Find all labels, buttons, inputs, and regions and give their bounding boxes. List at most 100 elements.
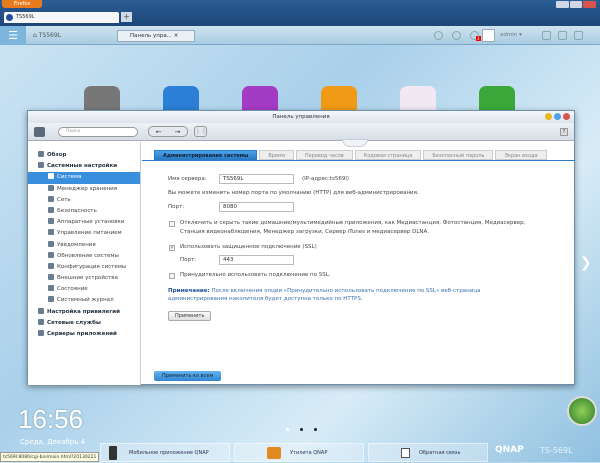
sidebar-item[interactable]: Системные настройки (28, 161, 140, 172)
disable-apps-label-2: Станция видеонаблюдения, Менеджер загруз… (180, 229, 429, 235)
tab[interactable]: Экран входа (495, 150, 547, 160)
sidebar-item[interactable]: Сеть (28, 195, 140, 206)
sidebar-item[interactable]: Уведомления (28, 240, 140, 251)
sidebar-item[interactable]: Настройка привилегий (28, 307, 140, 318)
phone-icon (109, 446, 117, 460)
firefox-menu-button[interactable]: Firefox (2, 0, 42, 8)
browser-chrome: Firefox TS569L + (0, 0, 600, 26)
window-controls[interactable] (556, 1, 597, 8)
notification-icon[interactable]: 3 (470, 31, 481, 41)
tab[interactable]: Перевод часов (295, 150, 353, 160)
sidebar-item-icon (48, 296, 54, 303)
minimize-button[interactable] (545, 113, 552, 120)
favicon-icon (6, 14, 13, 21)
sidebar-item-label: Внешние устройства (57, 275, 118, 282)
port-label: Порт: (168, 204, 185, 210)
maximize-button[interactable] (554, 113, 561, 120)
monitor-icon[interactable] (574, 31, 583, 40)
sidebar-item[interactable]: Аппаратные установки (28, 217, 140, 228)
sidebar-item[interactable]: Конфигурация системы (28, 262, 140, 273)
page-dot[interactable] (314, 428, 317, 431)
help-button[interactable]: ? (560, 128, 568, 136)
ssl-port-input[interactable]: 443 (219, 255, 294, 265)
control-panel-taskbar-tab[interactable]: Панель упра... ✕ (117, 30, 195, 42)
sidebar-item-label: Сеть (57, 196, 71, 203)
tab[interactable]: Администрирование системы (154, 150, 258, 160)
sidebar-item-label: Система (57, 174, 82, 181)
sidebar-item[interactable]: Система (28, 172, 140, 184)
edit-icon (401, 448, 410, 458)
resource-monitor-gauge-icon[interactable] (567, 396, 597, 426)
sidebar-item[interactable]: Сетевые службы (28, 318, 140, 329)
sidebar-item-label: Менеджер хранения (57, 185, 118, 192)
server-name-input[interactable]: TS569L (219, 174, 294, 184)
page-dot[interactable] (286, 428, 289, 431)
ssl-label: Использовать защищенное подключение (SSL… (180, 244, 317, 250)
force-ssl-checkbox[interactable] (169, 273, 175, 279)
port-input[interactable]: 8080 (219, 202, 294, 212)
sidebar-item-icon (48, 173, 54, 180)
panel-home-button[interactable] (34, 127, 45, 137)
sidebar-item[interactable]: Обновление системы (28, 251, 140, 262)
background-task-icon[interactable] (452, 31, 461, 40)
page-dot[interactable] (300, 428, 303, 431)
sidebar-item[interactable]: Менеджер хранения (28, 184, 140, 195)
window-buttons (545, 113, 570, 120)
dock-mobile-app[interactable]: Мобильное приложение QNAP (100, 443, 230, 462)
new-tab-button[interactable]: + (121, 12, 132, 22)
close-button[interactable] (583, 1, 597, 8)
search-input[interactable]: Поиск (58, 127, 138, 137)
avatar[interactable] (482, 29, 495, 42)
disable-apps-checkbox[interactable] (169, 221, 175, 227)
back-button[interactable]: ← (149, 127, 168, 136)
dashboard-icon[interactable] (558, 31, 567, 40)
sidebar-item[interactable]: Обзор (28, 150, 140, 161)
main-menu-button[interactable]: ☰ (0, 26, 26, 45)
sidebar-item-label: Обновление системы (57, 252, 119, 259)
maximize-button[interactable] (569, 1, 583, 8)
close-icon[interactable]: ✕ (174, 33, 179, 39)
next-page-arrow[interactable]: ❯ (580, 255, 592, 271)
sidebar-item-label: Безопасность (57, 207, 97, 214)
browser-tab[interactable]: TS569L (4, 12, 119, 23)
forward-button[interactable]: → (168, 127, 187, 136)
port-info: Вы можете изменить номер порта по умолча… (168, 190, 419, 196)
clock: 16:56 (18, 404, 84, 434)
apply-button[interactable]: Применить (168, 311, 212, 321)
minimize-button[interactable] (556, 1, 569, 8)
note-text: После включения опции «Принудительно исп… (211, 288, 481, 294)
model-label: TS-569L (540, 446, 573, 455)
dock-feedback[interactable]: Обратная связь (368, 443, 488, 462)
force-ssl-label: Принудительно использовать подключение п… (180, 272, 331, 278)
sidebar-item-icon (38, 330, 44, 336)
note-title: Примечание: (168, 288, 210, 294)
control-panel-window: Панель управления Поиск ← → ⋮⋮ ? Обзор Сис… (27, 110, 575, 385)
apply-all-button[interactable]: Применить ко всем (154, 371, 222, 381)
grid-view-button[interactable]: ⋮⋮ (194, 126, 207, 137)
sidebar-item-label: Управление питанием (57, 230, 122, 237)
sidebar-item[interactable]: Внешние устройства (28, 273, 140, 284)
dock-qnap-utility[interactable]: Утилита QNAP (234, 443, 364, 462)
sidebar-item[interactable]: Серверы приложений (28, 329, 140, 340)
sidebar-item-label: Настройка привилегий (47, 308, 120, 315)
close-button[interactable] (563, 113, 570, 120)
search-icon[interactable] (434, 31, 443, 40)
tab[interactable]: Безопасный пароль (423, 150, 494, 160)
sidebar-item-icon (48, 206, 54, 213)
dock-label: Утилита QNAP (290, 450, 328, 456)
sidebar-item[interactable]: Системный журнал (28, 295, 140, 306)
sidebar-item-label: Серверы приложений (47, 331, 117, 337)
sidebar-item[interactable]: Безопасность (28, 206, 140, 217)
status-url: ts569l:8080/cgi-bin/main.html?20130221 (0, 452, 100, 462)
options-icon[interactable] (542, 31, 551, 40)
tab[interactable]: Кодовая страница (354, 150, 422, 160)
sidebar-item-label: Системный журнал (57, 297, 114, 304)
sidebar-item-label: Аппаратные установки (57, 219, 125, 226)
sidebar-item[interactable]: Управление питанием (28, 228, 140, 239)
user-menu[interactable]: admin ▾ (500, 26, 522, 45)
ssl-checkbox[interactable]: ✓ (169, 245, 175, 251)
home-button[interactable]: ⌂ TS569L (33, 26, 61, 45)
tab[interactable]: Время (259, 150, 294, 160)
sidebar-item[interactable]: Состояние (28, 284, 140, 295)
collapse-handle[interactable] (342, 139, 368, 147)
